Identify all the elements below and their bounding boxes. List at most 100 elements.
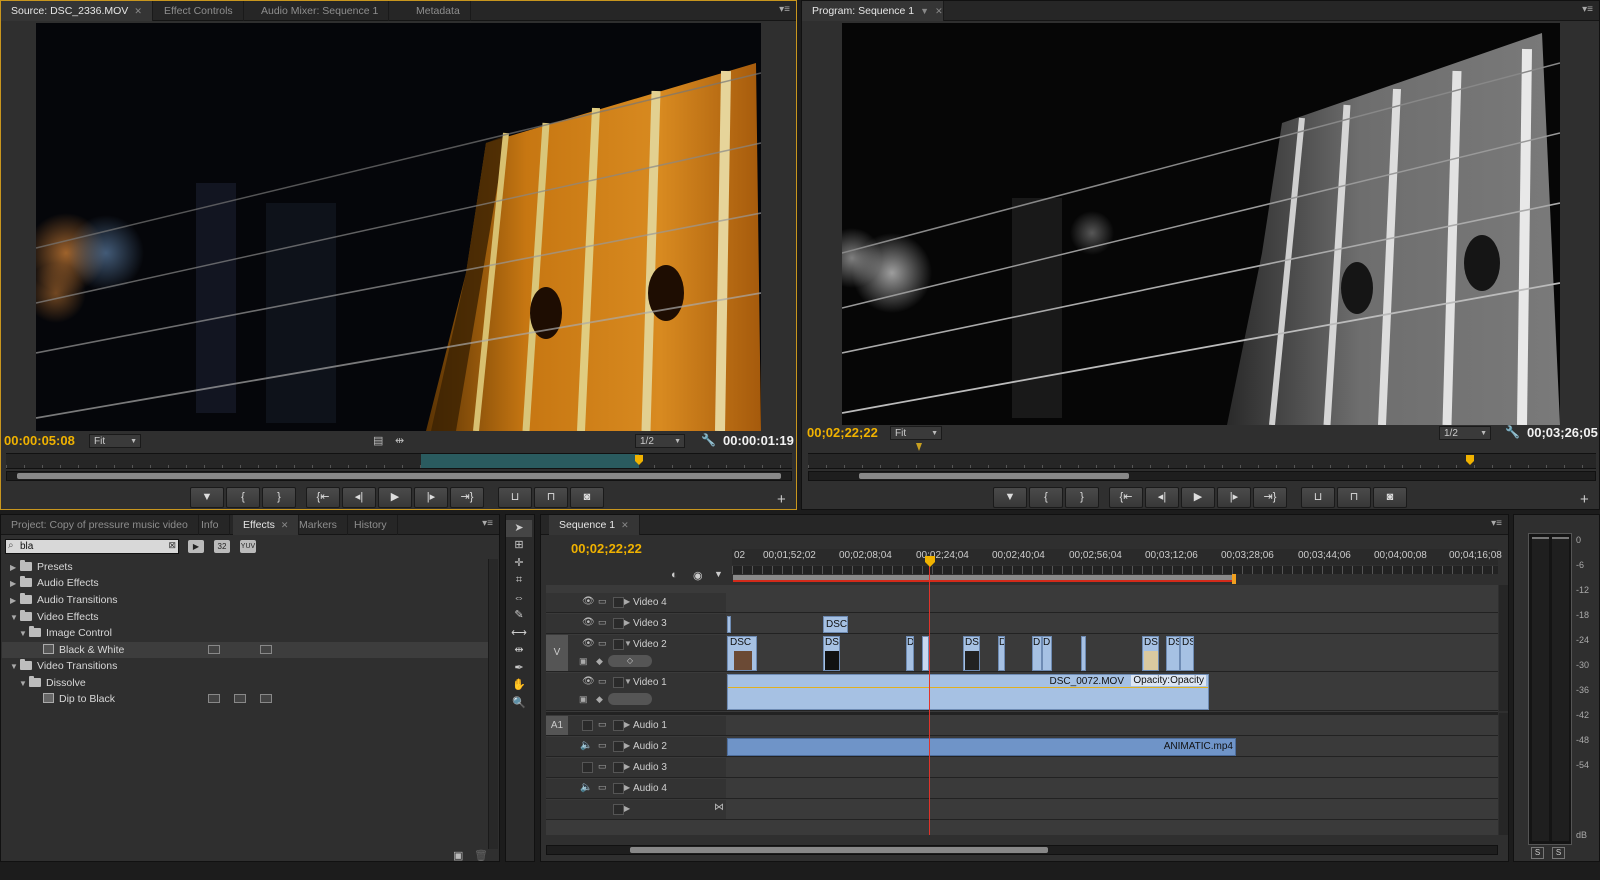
keyframe-icon[interactable]: ◆	[596, 656, 603, 667]
timeline-ruler[interactable]: 02 00;01;52;02 00;02;08;04 00;02;24;04 0…	[732, 549, 1502, 565]
pen-tool-icon[interactable]: ✒	[506, 660, 532, 677]
tab-markers[interactable]: Markers	[289, 515, 348, 535]
razor-tool-icon[interactable]: ✎	[506, 607, 532, 624]
timeline-timecode[interactable]: 00;02;22;22	[571, 541, 642, 556]
timeline-clip-dsc-0072[interactable]: DSC_0072.MOV Opacity:Opacity	[727, 674, 1209, 710]
expand-icon[interactable]: ▶	[624, 804, 630, 813]
step-forward-button[interactable]: |▸	[414, 487, 448, 508]
master-toggle[interactable]	[613, 804, 624, 815]
step-forward-button[interactable]: |▸	[1217, 487, 1251, 508]
timeline-playhead-line[interactable]	[929, 565, 930, 835]
tab-project[interactable]: Project: Copy of pressure music video	[1, 515, 199, 535]
add-marker-button[interactable]: ▼	[190, 487, 224, 508]
collapse-icon[interactable]: ▼	[19, 676, 29, 692]
solo-right-button[interactable]: S	[1552, 847, 1565, 859]
timeline-clip-animatic[interactable]: ANIMATIC.mp4	[727, 738, 1236, 756]
master-end-icon[interactable]: ⋈	[714, 802, 724, 813]
expand-icon[interactable]: ▶	[10, 560, 20, 576]
program-in-marker-icon[interactable]	[916, 443, 922, 451]
eye-icon[interactable]: 👁	[582, 676, 595, 687]
drag-audio-icon[interactable]: ⇹	[395, 434, 404, 447]
mute-toggle[interactable]	[582, 720, 593, 731]
source-time-ruler[interactable]	[6, 453, 792, 469]
display-style-icon[interactable]: ▣	[579, 656, 588, 667]
panel-menu-icon[interactable]: ▾≡	[1582, 4, 1593, 15]
slip-tool-icon[interactable]: ⟷	[506, 625, 532, 642]
program-zoom-scrollbar[interactable]	[808, 471, 1596, 481]
sync-lock-icon[interactable]: ▭	[598, 617, 607, 628]
new-bin-icon[interactable]: ▣	[453, 849, 463, 862]
timeline-clip[interactable]: DS	[1142, 636, 1159, 671]
mark-out-button[interactable]: }	[1065, 487, 1099, 508]
tab-effect-controls[interactable]: Effect Controls	[154, 1, 244, 21]
keyframe-nav[interactable]: ◇	[608, 655, 652, 667]
tab-program[interactable]: Program: Sequence 1 ▼ ✕	[802, 1, 944, 21]
play-button[interactable]: ▶	[378, 487, 412, 508]
expand-icon[interactable]: ▶	[624, 783, 630, 792]
tab-info[interactable]: Info	[191, 515, 230, 535]
export-frame-button[interactable]: ◙	[570, 487, 604, 508]
lock-toggle[interactable]	[613, 741, 624, 752]
program-resolution-select[interactable]: 1/2	[1439, 426, 1491, 441]
hand-tool-icon[interactable]: ✋	[506, 677, 532, 694]
eye-icon[interactable]: 👁	[582, 596, 595, 607]
export-frame-button[interactable]: ◙	[1373, 487, 1407, 508]
keyframe-nav[interactable]	[608, 693, 652, 705]
timeline-clip[interactable]	[1081, 636, 1086, 671]
tab-metadata[interactable]: Metadata	[406, 1, 471, 21]
mark-in-button[interactable]: {	[1029, 487, 1063, 508]
tree-item-black-white[interactable]: Black & White	[2, 642, 488, 658]
panel-menu-icon[interactable]: ▾≡	[779, 4, 790, 15]
settings-wrench-icon[interactable]: 🔧	[701, 433, 716, 447]
tree-item-image-control[interactable]: ▼ Image Control	[2, 625, 488, 641]
timeline-clip[interactable]: DS	[823, 636, 840, 671]
go-to-in-button[interactable]: {⇤	[306, 487, 340, 508]
settings-wrench-icon[interactable]: 🔧	[1505, 425, 1520, 439]
sync-lock-icon[interactable]: ▭	[598, 638, 607, 649]
track-select-tool-icon[interactable]: ⊞	[506, 537, 532, 554]
timeline-clip[interactable]	[727, 616, 731, 633]
tree-item-presets[interactable]: ▶ Presets	[2, 559, 488, 575]
timeline-clip[interactable]: D	[906, 636, 914, 671]
expand-icon[interactable]: ▶	[624, 741, 630, 750]
effects-scrollbar[interactable]	[488, 559, 498, 849]
go-to-in-button[interactable]: {⇤	[1109, 487, 1143, 508]
tree-item-audio-transitions[interactable]: ▶ Audio Transitions	[2, 592, 488, 608]
expand-icon[interactable]: ▶	[10, 576, 20, 592]
display-style-icon[interactable]: ▣	[579, 694, 588, 705]
video-tracks-scrollbar[interactable]	[1499, 585, 1508, 711]
opacity-rubber-band[interactable]	[728, 687, 1208, 688]
work-area-bar[interactable]	[732, 566, 1498, 574]
go-to-out-button[interactable]: ⇥}	[450, 487, 484, 508]
go-to-out-button[interactable]: ⇥}	[1253, 487, 1287, 508]
program-current-timecode[interactable]: 00;02;22;22	[807, 425, 878, 440]
add-marker-button[interactable]: ▼	[993, 487, 1027, 508]
eye-icon[interactable]: 👁	[582, 617, 595, 628]
scroll-thumb[interactable]	[17, 473, 781, 479]
timeline-clip[interactable]: DS	[1166, 636, 1180, 671]
ripple-edit-tool-icon[interactable]: ✛	[506, 555, 532, 572]
target-audio-toggle[interactable]: A1	[546, 716, 568, 735]
work-area-end-handle[interactable]	[1232, 574, 1236, 584]
snap-icon[interactable]: ◐	[671, 569, 678, 581]
accelerated-effects-icon[interactable]: ▶	[188, 540, 204, 553]
tree-item-video-transitions[interactable]: ▼ Video Transitions	[2, 658, 488, 674]
target-video-toggle[interactable]: V	[546, 635, 568, 671]
rate-stretch-tool-icon[interactable]: ⇔	[506, 590, 532, 607]
zoom-tool-icon[interactable]: 🔍	[506, 695, 532, 712]
button-editor-plus-icon[interactable]: +	[777, 491, 786, 508]
sync-lock-icon[interactable]: ▭	[598, 676, 607, 687]
speaker-icon[interactable]: 🔈	[580, 740, 592, 751]
tab-source[interactable]: Source: DSC_2336.MOV ✕	[1, 1, 153, 21]
step-back-button[interactable]: ◂|	[342, 487, 376, 508]
sync-lock-icon[interactable]: ▭	[598, 596, 607, 607]
timeline-clip[interactable]: DS	[1180, 636, 1194, 671]
timeline-clip[interactable]: D	[1032, 636, 1042, 671]
program-zoom-select[interactable]: Fit	[890, 426, 942, 441]
effects-search-box[interactable]: ⌕ ⊠	[5, 539, 179, 554]
add-marker-icon[interactable]: ▼	[714, 569, 723, 579]
panel-menu-icon[interactable]: ▾≡	[1491, 518, 1502, 529]
speaker-icon[interactable]: 🔈	[580, 782, 592, 793]
tab-audio-mixer[interactable]: Audio Mixer: Sequence 1	[251, 1, 390, 21]
expand-icon[interactable]: ▶	[624, 720, 630, 729]
